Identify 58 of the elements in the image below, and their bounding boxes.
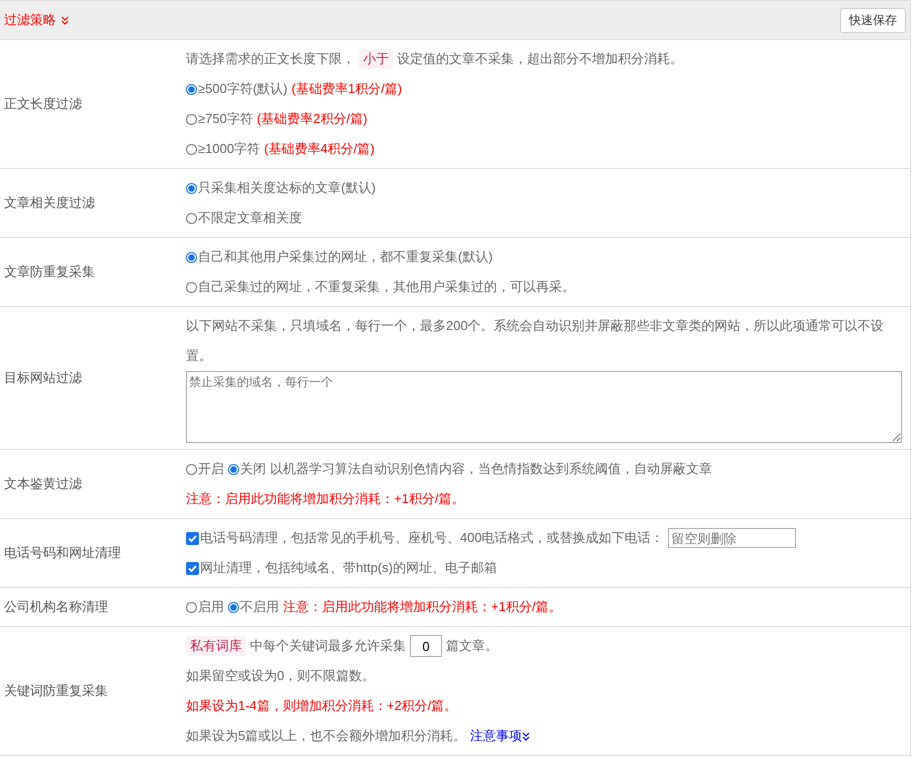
description-text: 请选择需求的正文长度下限， — [186, 50, 355, 68]
radio-button[interactable] — [186, 114, 197, 124]
radio-button[interactable] — [186, 144, 197, 154]
radio-button[interactable] — [186, 212, 197, 224]
row-label: 正文长度过滤 — [4, 95, 82, 113]
section-title[interactable]: 过滤策略 — [4, 11, 56, 29]
radio-label[interactable]: 只采集相关度达标的文章(默认) — [198, 173, 376, 203]
checkbox-label[interactable]: 电话号码清理，包括常见的手机号、座机号、400电话格式，或替换成如下电话： — [200, 523, 664, 553]
warning-text: 注意：启用此功能将增加积分消耗：+1积分/篇。 — [186, 490, 464, 508]
row-label: 文章防重复采集 — [4, 263, 95, 281]
radio-label[interactable]: 启用 — [198, 592, 224, 622]
radio-button[interactable] — [186, 602, 197, 612]
radio-label[interactable]: 自己采集过的网址，不重复采集，其他用户采集过的，可以再采。 — [198, 272, 575, 302]
radio-button[interactable] — [186, 182, 197, 194]
checkbox[interactable] — [186, 562, 199, 574]
keyword-tag: 小于 — [359, 49, 393, 69]
radio-label[interactable]: 自己和其他用户采集过的网址，都不重复采集(默认) — [198, 242, 493, 272]
radio-label[interactable]: 开启 — [198, 454, 224, 484]
description-text: 中每个关键词最多允许采集 — [250, 637, 406, 655]
row-label: 关键词防重复采集 — [4, 682, 108, 700]
radio-button[interactable] — [228, 602, 239, 612]
radio-button[interactable] — [228, 464, 239, 474]
row-label: 目标网站过滤 — [4, 369, 82, 387]
description-text: 以下网站不采集，只填域名，每行一个，最多200个。系统会自动识别并屏蔽那些非文章类的网站，所以此项通常可以不设置。 — [186, 317, 885, 365]
warning-text: (基础费率2积分/篇) — [256, 110, 368, 128]
number-input-field[interactable]: 0 — [410, 635, 442, 657]
domain-text-area[interactable]: 禁止采集的域名，每行一个 — [186, 371, 902, 443]
double-chevron-icon — [522, 732, 530, 740]
warning-text: 如果设为1-4篇，则增加积分消耗：+2积分/篇。 — [186, 697, 458, 715]
phone-input-field[interactable]: 留空则删除 — [668, 528, 796, 548]
radio-label[interactable]: ≥1000字符 — [198, 134, 260, 164]
keyword-tag: 私有词库 — [186, 636, 246, 656]
radio-button[interactable] — [186, 464, 197, 474]
radio-button[interactable] — [186, 84, 197, 94]
radio-button[interactable] — [186, 282, 197, 292]
radio-label[interactable]: 不限定文章相关度 — [198, 203, 302, 233]
checkbox-label[interactable]: 网址清理，包括纯域名、带http(s)的网址、电子邮箱 — [200, 553, 497, 583]
quick-save-button[interactable]: 快速保存 — [840, 8, 906, 32]
radio-label[interactable]: ≥500字符(默认) — [198, 74, 288, 104]
row-label: 公司机构名称清理 — [4, 598, 108, 616]
row-label: 文章相关度过滤 — [4, 194, 95, 212]
radio-button[interactable] — [186, 252, 197, 262]
description-text: 以机器学习算法自动识别色情内容，当色情指数达到系统阈值，自动屏蔽文章 — [270, 460, 712, 478]
radio-label[interactable]: 关闭 — [240, 454, 266, 484]
double-chevron-icon — [61, 16, 69, 24]
radio-label[interactable]: ≥750字符 — [198, 104, 253, 134]
row-label: 文本鉴黄过滤 — [4, 475, 82, 493]
checkbox[interactable] — [186, 532, 199, 544]
description-text: 如果留空或设为0，则不限篇数。 — [186, 667, 376, 685]
warning-text: (基础费率4积分/篇) — [264, 140, 375, 158]
row-label: 电话号码和网址清理 — [4, 544, 121, 562]
notice-link[interactable]: 注意事项 — [470, 721, 522, 751]
description-text: 如果设为5篇或以上，也不会额外增加积分消耗。 — [186, 727, 466, 745]
description-text: 篇文章。 — [446, 637, 498, 655]
radio-label[interactable]: 不启用 — [240, 592, 279, 622]
warning-text: (基础费率1积分/篇) — [291, 80, 402, 98]
description-text: 设定值的文章不采集，超出部分不增加积分消耗。 — [397, 50, 683, 68]
warning-text: 注意：启用此功能将增加积分消耗：+1积分/篇。 — [283, 598, 562, 616]
